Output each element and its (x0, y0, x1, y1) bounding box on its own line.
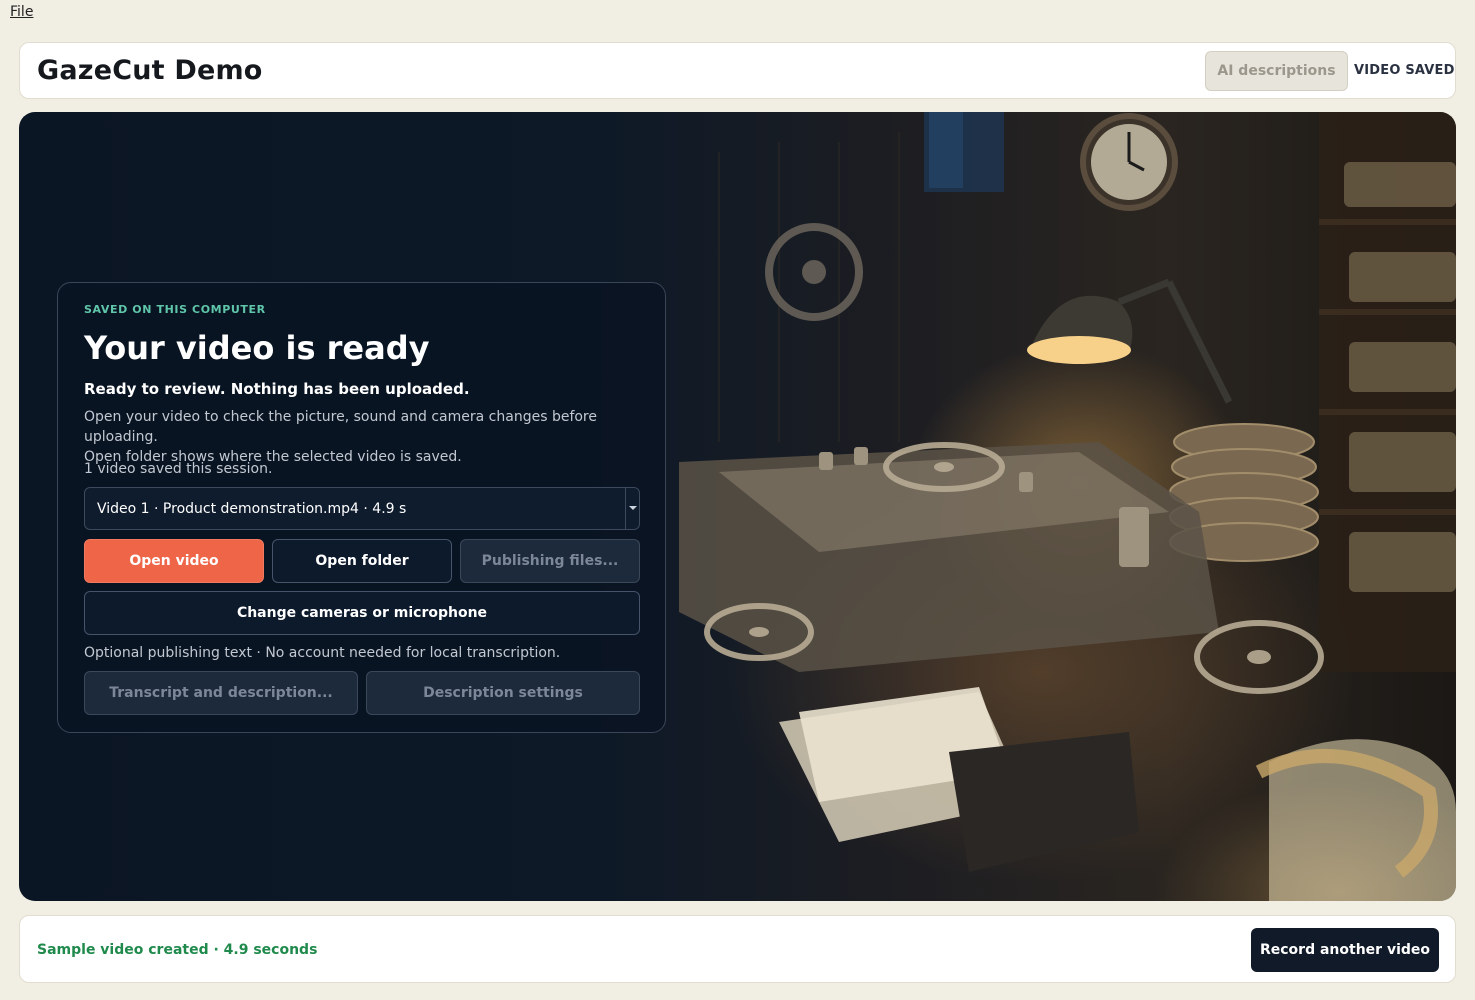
card-title: Your video is ready (84, 329, 430, 367)
video-select[interactable]: Video 1 · Product demonstration.mp4 · 4.… (84, 487, 640, 530)
video-ready-card: SAVED ON THIS COMPUTER Your video is rea… (57, 282, 666, 733)
card-description-line-1: Open your video to check the picture, so… (84, 409, 597, 445)
video-saved-status: VIDEO SAVED (1354, 63, 1455, 78)
optional-publishing-text: Optional publishing text · No account ne… (84, 645, 561, 661)
record-another-button[interactable]: Record another video (1251, 928, 1439, 972)
transcript-description-button[interactable]: Transcript and description... (84, 671, 358, 715)
description-settings-button[interactable]: Description settings (366, 671, 640, 715)
menu-file[interactable]: File (10, 4, 33, 20)
chevron-down-icon (629, 506, 637, 510)
footer-status: Sample video created · 4.9 seconds (37, 942, 318, 958)
card-description: Open your video to check the picture, so… (84, 407, 654, 467)
menu-bar: File (0, 0, 1475, 26)
video-select-toggle[interactable] (625, 488, 639, 529)
status-footer: Sample video created · 4.9 seconds Recor… (19, 915, 1456, 983)
ai-descriptions-button[interactable]: AI descriptions (1205, 51, 1348, 91)
session-count: 1 video saved this session. (84, 461, 273, 477)
app-title: GazeCut Demo (37, 55, 263, 86)
video-select-value: Video 1 · Product demonstration.mp4 · 4.… (97, 501, 407, 517)
card-subtitle: Ready to review. Nothing has been upload… (84, 380, 470, 398)
background-stage: SAVED ON THIS COMPUTER Your video is rea… (19, 112, 1456, 901)
saved-eyebrow: SAVED ON THIS COMPUTER (84, 303, 266, 316)
publishing-files-button[interactable]: Publishing files... (460, 539, 640, 583)
app-header: GazeCut Demo AI descriptions VIDEO SAVED (19, 42, 1456, 99)
change-cameras-button[interactable]: Change cameras or microphone (84, 591, 640, 635)
menu-file-label: File (10, 4, 34, 20)
open-video-button[interactable]: Open video (84, 539, 264, 583)
open-folder-button[interactable]: Open folder (272, 539, 452, 583)
